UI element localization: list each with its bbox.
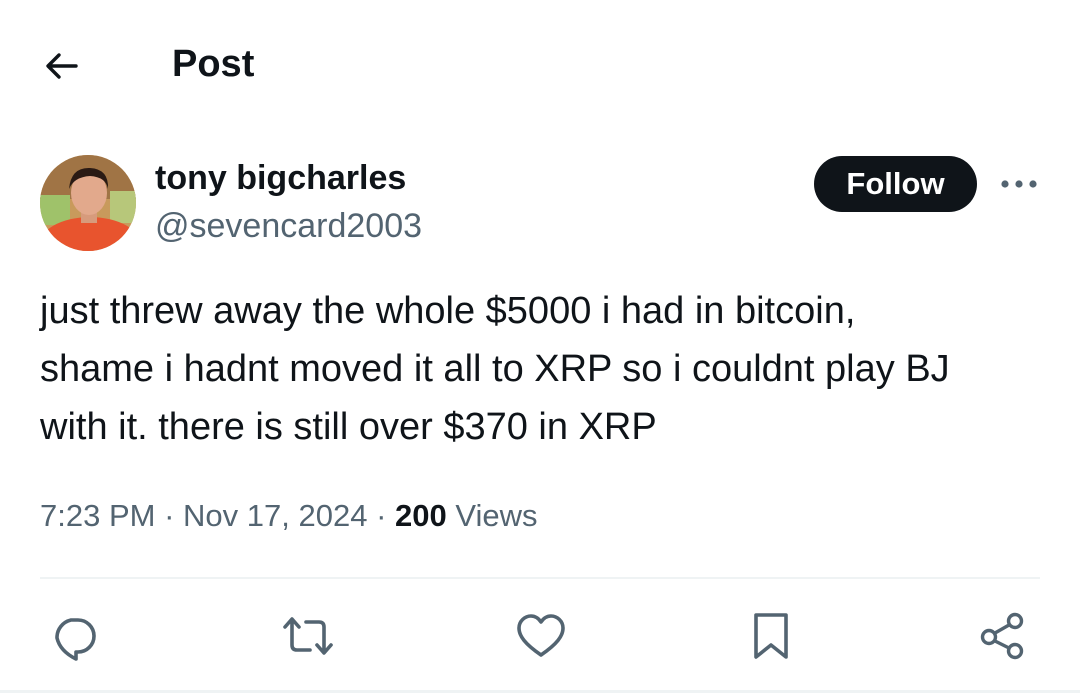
share-button[interactable] <box>975 608 1031 664</box>
share-icon <box>980 612 1024 660</box>
avatar-image <box>40 155 136 251</box>
post-date[interactable]: Nov 17, 2024 <box>183 498 367 533</box>
more-options-button[interactable] <box>998 164 1040 204</box>
meta-separator: · <box>164 498 175 533</box>
ellipsis-icon <box>1001 180 1037 188</box>
post-meta: 7:23 PM · Nov 17, 2024 · 200 Views <box>40 496 538 536</box>
heart-icon <box>517 614 565 657</box>
meta-separator: · <box>376 498 387 533</box>
post-time[interactable]: 7:23 PM <box>40 498 155 533</box>
repost-icon <box>283 617 333 655</box>
repost-button[interactable] <box>280 608 336 664</box>
author-display-name[interactable]: tony bigcharles <box>155 156 406 200</box>
page-title: Post <box>172 43 255 85</box>
divider <box>0 690 1080 693</box>
follow-button[interactable]: Follow <box>814 156 977 212</box>
avatar[interactable] <box>40 155 136 251</box>
reply-button[interactable] <box>47 608 103 664</box>
views-label: Views <box>455 498 538 533</box>
header: Post <box>0 0 1080 130</box>
like-button[interactable] <box>513 608 569 664</box>
author-handle[interactable]: @sevencard2003 <box>155 204 422 248</box>
divider <box>40 577 1040 579</box>
reply-icon <box>55 618 96 661</box>
arrow-left-icon <box>46 53 78 79</box>
post-text: just threw away the whole $5000 i had in… <box>40 290 950 448</box>
back-button[interactable] <box>40 44 84 88</box>
bookmark-button[interactable] <box>743 608 799 664</box>
bookmark-icon <box>754 613 788 659</box>
views-count: 200 <box>395 498 447 533</box>
